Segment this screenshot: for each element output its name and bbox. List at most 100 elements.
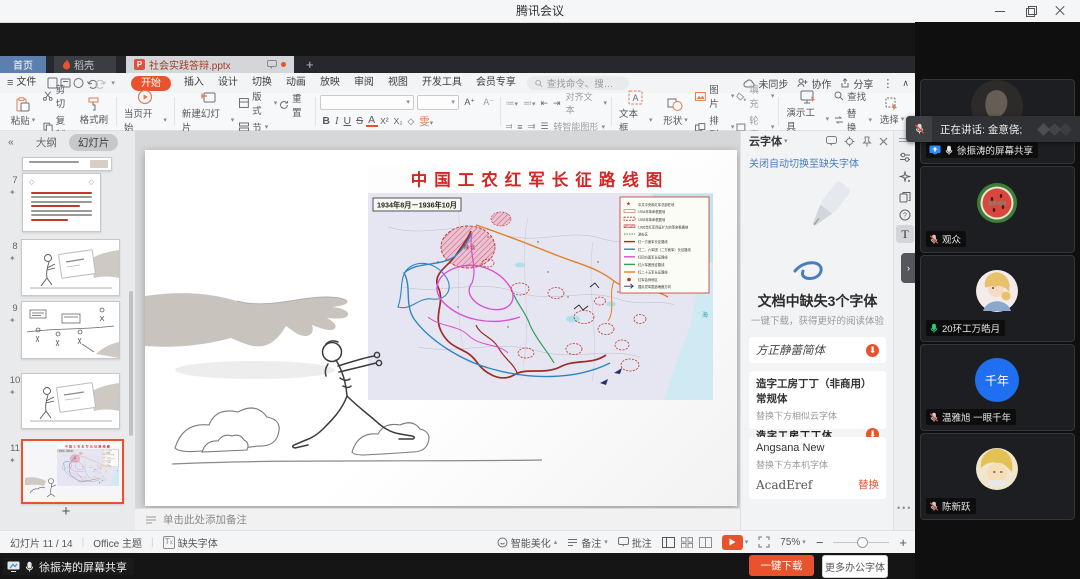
close-button[interactable] — [1054, 5, 1066, 17]
present-tools-button[interactable]: 演示工具▾ — [783, 90, 832, 133]
collapse-ribbon-icon[interactable]: ∧ — [902, 78, 909, 89]
zoom-in-button[interactable]: + — [899, 535, 907, 550]
strikethrough-button[interactable]: S — [354, 115, 366, 127]
screen-share-badge[interactable]: 徐振涛的屏幕共享 — [3, 558, 134, 575]
feedback-icon[interactable] — [826, 136, 837, 146]
paste-button[interactable]: 粘贴▾ — [5, 97, 41, 127]
slide-thumb-6-partial[interactable] — [22, 157, 112, 171]
font-card-3[interactable]: Angsana New 替换下方本机字体 AcadEref 替换 — [749, 437, 886, 499]
download-icon-1[interactable]: ⬇ — [866, 344, 879, 357]
tab-chat-icon[interactable] — [267, 60, 277, 69]
expand-panel-tab[interactable]: › — [901, 253, 916, 283]
tab-docer[interactable]: 稻壳 — [54, 56, 116, 73]
smart-beautify-button[interactable]: 智能美化▴ — [497, 535, 558, 550]
participant-tile-2[interactable]: 20环工万皓月 — [920, 255, 1075, 342]
settings-gear-icon[interactable] — [844, 136, 855, 147]
replace-link[interactable]: 替换 — [858, 477, 879, 492]
text-tool-button[interactable]: T — [896, 225, 914, 243]
font-name-select[interactable]: ▾ — [320, 95, 414, 110]
indent-icon[interactable]: ⇥ — [553, 98, 561, 109]
text-effects-button[interactable]: 雯▾ — [417, 114, 436, 129]
underline-button[interactable]: U — [341, 115, 354, 127]
add-slide-button[interactable]: + — [54, 503, 78, 521]
slide-thumb-11-selected[interactable] — [21, 439, 124, 504]
properties-icon[interactable] — [899, 151, 911, 163]
font-card-2[interactable]: 造字工房丁丁（非商用）常规体 替换下方相似云字体 造字工房丁丁体 ⬇ — [749, 371, 886, 429]
panel-scrollbar[interactable] — [129, 291, 133, 436]
beautify-wand-icon[interactable] — [899, 171, 911, 183]
normal-view-icon[interactable] — [662, 537, 675, 548]
new-tab-button[interactable]: + — [306, 56, 314, 73]
bullets-icon[interactable]: ≔▾ — [505, 98, 518, 109]
tab-slides[interactable]: 幻灯片 — [69, 134, 119, 151]
slide-thumb-9[interactable] — [21, 301, 120, 359]
reset-button[interactable]: 重置 — [279, 91, 311, 119]
format-painter-button[interactable]: 格式刷 — [76, 97, 112, 126]
outdent-icon[interactable]: ⇤ — [540, 98, 548, 109]
fit-slide-icon[interactable] — [758, 536, 770, 548]
more-menu-icon[interactable]: ⋮ — [882, 77, 893, 90]
new-slide-button[interactable]: 新建幻灯片▾ — [179, 90, 237, 134]
reading-view-icon[interactable] — [699, 537, 712, 548]
collaborate-button[interactable]: 协作 — [797, 76, 831, 91]
zoom-slider[interactable] — [833, 536, 889, 548]
zoom-slider-thumb[interactable] — [857, 537, 868, 548]
tab-home[interactable]: 首页 — [0, 56, 46, 73]
minimize-button[interactable] — [994, 5, 1006, 17]
decrease-font-icon[interactable]: A⁻ — [481, 97, 497, 108]
menu-file[interactable]: 文件 — [13, 73, 43, 93]
theme-name[interactable]: Office 主题 — [93, 535, 142, 550]
replace-button[interactable]: 替换▾ — [834, 106, 872, 134]
font-card-1[interactable]: 方正静蕾简体 ⬇ — [749, 337, 886, 363]
comments-toggle[interactable]: 批注 — [618, 535, 652, 550]
align-text-button[interactable]: 对齐文本▾ — [566, 90, 607, 116]
layout-button[interactable]: 版式▾ — [239, 89, 277, 117]
bold-button[interactable]: B — [320, 115, 333, 127]
notes-bar[interactable]: 单击此处添加备注 — [135, 508, 740, 530]
textbox-button[interactable]: A 文本框▾ — [616, 90, 656, 134]
picture-button[interactable]: 图片▾ — [695, 82, 734, 110]
close-panel-icon[interactable] — [879, 137, 888, 146]
maximize-button[interactable] — [1024, 5, 1036, 17]
font-color-button[interactable]: A — [366, 116, 378, 127]
slide-canvas[interactable] — [145, 150, 737, 506]
menu-slideshow[interactable]: 放映 — [313, 73, 347, 93]
participant-tile-3[interactable]: 千年 温雅旭 一眼千年 — [920, 344, 1075, 431]
sorter-view-icon[interactable] — [681, 537, 693, 548]
toolbar-more-icon[interactable]: ••• — [897, 503, 912, 513]
slideshow-button[interactable]: ▾ — [722, 535, 749, 550]
highlight-button[interactable]: ◇ — [405, 116, 417, 127]
fill-button[interactable]: 填充▾ — [736, 82, 774, 110]
participant-tile-1[interactable]: 观看视频 观众 — [920, 166, 1075, 253]
more-fonts-button[interactable]: 更多办公字体 — [822, 555, 888, 578]
speaking-banner[interactable]: 正在讲话: 金意侥; — [906, 116, 1080, 142]
download-all-button[interactable]: 一键下载 — [749, 555, 814, 576]
duplicate-icon[interactable] — [899, 191, 911, 203]
quick-toolbar-caret[interactable]: ▾ — [111, 79, 115, 87]
zoom-level[interactable]: 75%▾ — [780, 537, 806, 548]
zoom-out-button[interactable]: − — [816, 535, 824, 550]
italic-button[interactable]: I — [333, 116, 342, 127]
numbering-icon[interactable]: ≕▾ — [523, 98, 536, 109]
superscript-button[interactable]: X² — [378, 116, 392, 126]
increase-font-icon[interactable]: A⁺ — [462, 97, 478, 108]
pin-icon[interactable] — [862, 136, 872, 147]
font-size-select[interactable]: ▾ — [417, 95, 459, 110]
select-button[interactable]: 选择▾ — [874, 97, 910, 126]
missing-font-status[interactable]: Tx 缺失字体 — [163, 535, 218, 550]
menu-view[interactable]: 视图 — [381, 73, 415, 93]
slide-thumb-10[interactable] — [21, 373, 120, 429]
play-from-current-button[interactable]: 当页开始▾ — [121, 89, 170, 134]
participant-tile-4[interactable]: 陈新跃 — [920, 433, 1075, 520]
tab-outline[interactable]: 大纲 — [36, 135, 57, 150]
command-search[interactable]: 查找命令、搜索模板 — [527, 76, 629, 90]
menu-review[interactable]: 审阅 — [347, 73, 381, 93]
slide-thumb-8[interactable] — [21, 239, 120, 296]
tab-document[interactable]: P 社会实践答辩.pptx — [126, 56, 294, 73]
help-icon[interactable]: ? — [899, 209, 911, 221]
shape-button[interactable]: 形状▾ — [657, 97, 693, 127]
collapse-panel-icon[interactable]: « — [8, 136, 14, 148]
cut-button[interactable]: 剪切 — [43, 82, 74, 110]
find-button[interactable]: 查找 — [834, 89, 872, 103]
subscript-button[interactable]: X₂ — [391, 116, 405, 126]
